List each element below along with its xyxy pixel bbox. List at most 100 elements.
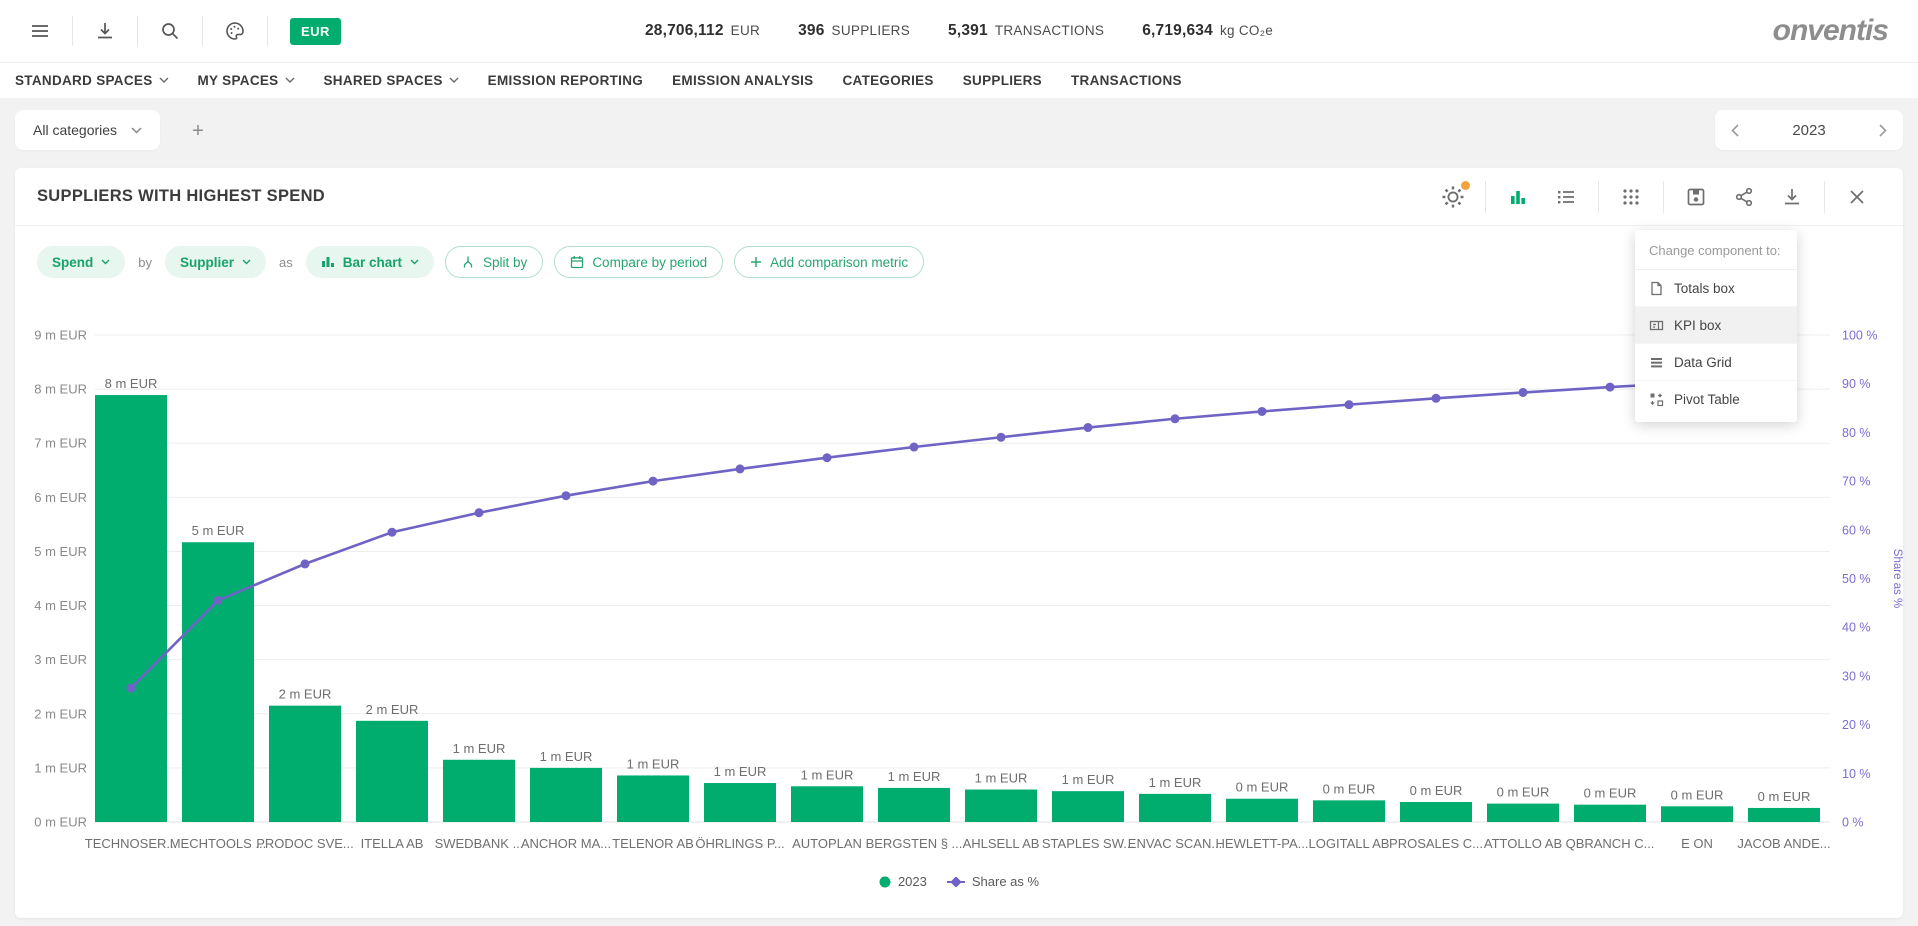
nav-item-suppliers[interactable]: SUPPLIERS [963, 73, 1042, 88]
bar-itella-ab[interactable] [356, 721, 428, 822]
y-axis-tick: 6 m EUR [34, 490, 87, 505]
dropdown-item-kpi-box[interactable]: KPI box [1635, 307, 1797, 344]
share-line-point [301, 559, 310, 568]
share-line-point [649, 477, 658, 486]
palette-icon[interactable] [213, 9, 257, 53]
category-tab[interactable]: All categories [15, 110, 160, 150]
x-axis-label: JACOB ANDE... [1737, 836, 1830, 851]
next-year-icon[interactable] [1879, 124, 1887, 137]
add-tab-button[interactable]: + [185, 118, 211, 144]
right-axis-tick: 80 % [1842, 426, 1871, 440]
dropdown-item-data-grid[interactable]: Data Grid [1635, 344, 1797, 381]
x-axis-label: ÖHRLINGS P... [695, 836, 784, 851]
bar-attollo-ab[interactable] [1487, 804, 1559, 822]
legend-circle-marker [879, 876, 891, 888]
bar-telenor-ab[interactable] [617, 775, 689, 822]
bar-e-on[interactable] [1661, 806, 1733, 822]
bar-hewlett-pa-[interactable] [1226, 799, 1298, 822]
bar-value-label: 2 m EUR [366, 702, 419, 717]
x-axis-label: BERGSTEN § ... [866, 836, 963, 851]
pivot-table-icon [1649, 392, 1664, 407]
bar-technoser-[interactable] [95, 395, 167, 822]
y-axis-tick: 9 m EUR [34, 328, 87, 343]
bar-bergsten-[interactable] [878, 788, 950, 822]
add-comparison-metric-chip[interactable]: Add comparison metric [734, 246, 924, 278]
nav-item-my-spaces[interactable]: MY SPACES [198, 73, 295, 88]
right-axis-tick: 70 % [1842, 475, 1871, 489]
stat-label: kg CO₂e [1220, 23, 1273, 38]
divider [1485, 181, 1486, 213]
share-line-point [997, 433, 1006, 442]
share-line-point [1171, 414, 1180, 423]
divider [1598, 181, 1599, 213]
close-icon[interactable] [1844, 184, 1870, 210]
previous-year-icon[interactable] [1731, 124, 1739, 137]
bar-autoplan[interactable] [791, 786, 863, 822]
grid-dots-icon[interactable] [1618, 184, 1644, 210]
x-axis-label: E ON [1681, 836, 1713, 851]
data-grid-icon [1649, 355, 1664, 370]
legend-diamond-marker [947, 877, 965, 887]
bar-value-label: 1 m EUR [975, 771, 1028, 786]
search-icon[interactable] [148, 9, 192, 53]
metric-chip[interactable]: Spend [37, 246, 125, 278]
download-chart-icon[interactable] [1779, 184, 1805, 210]
bar-staples-sw-[interactable] [1052, 791, 1124, 822]
stat-transactions: 5,391 TRANSACTIONS [948, 22, 1104, 40]
x-axis-label: AUTOPLAN [792, 836, 862, 851]
bar-value-label: 5 m EUR [192, 523, 245, 538]
nav-item-transactions[interactable]: TRANSACTIONS [1071, 73, 1182, 88]
legend-item-2023[interactable]: 2023 [879, 874, 927, 889]
bar--hrlings-p-[interactable] [704, 783, 776, 822]
bar-anchor-ma-[interactable] [530, 768, 602, 822]
dropdown-item-totals-box[interactable]: Totals box [1635, 270, 1797, 307]
nav-item-emission-analysis[interactable]: EMISSION ANALYSIS [672, 73, 813, 88]
split-icon [461, 255, 475, 269]
dropdown-item-pivot-table[interactable]: Pivot Table [1635, 381, 1797, 418]
bar-swedbank-[interactable] [443, 760, 515, 822]
stat-label: EUR [731, 23, 760, 38]
currency-badge[interactable]: EUR [290, 18, 341, 45]
save-icon[interactable] [1683, 184, 1709, 210]
bar-jacob-ande-[interactable] [1748, 808, 1820, 822]
dimension-chip[interactable]: Supplier [165, 246, 266, 278]
bar-prodoc-sve-[interactable] [269, 706, 341, 822]
legend-item-share-as-[interactable]: Share as % [947, 874, 1039, 889]
bar-chart-view-icon[interactable] [1505, 184, 1531, 210]
nav-item-standard-spaces[interactable]: STANDARD SPACES [15, 73, 169, 88]
chart-legend: 2023 Share as % [15, 874, 1903, 889]
right-axis-tick: 20 % [1842, 718, 1871, 732]
bar-chart-mini-icon [321, 255, 335, 269]
share-line-point [475, 508, 484, 517]
bar-logitall-ab[interactable] [1313, 800, 1385, 822]
onventis-logo: onventis [1773, 14, 1918, 48]
download-icon[interactable] [83, 9, 127, 53]
nav-item-categories[interactable]: CATEGORIES [842, 73, 933, 88]
bar-qbranch-c-[interactable] [1574, 805, 1646, 822]
bar-prosales-c-[interactable] [1400, 802, 1472, 822]
nav-item-label: SHARED SPACES [324, 73, 443, 88]
divider [137, 16, 138, 46]
share-icon[interactable] [1731, 184, 1757, 210]
kpi-box-icon [1649, 318, 1664, 333]
compare-by-period-chip[interactable]: Compare by period [554, 246, 723, 278]
split-by-chip[interactable]: Split by [445, 246, 543, 278]
notification-dot [1461, 181, 1470, 190]
nav-item-label: TRANSACTIONS [1071, 73, 1182, 88]
chart-type-chip[interactable]: Bar chart [306, 246, 434, 278]
bar-envac-scan-[interactable] [1139, 794, 1211, 822]
bar-mechtools-[interactable] [182, 542, 254, 822]
menu-icon[interactable] [18, 9, 62, 53]
bar-ahlsell-ab[interactable] [965, 790, 1037, 822]
bar-value-label: 1 m EUR [801, 767, 854, 782]
right-axis-tick: 40 % [1842, 621, 1871, 635]
share-line[interactable] [131, 378, 1784, 688]
nav-item-emission-reporting[interactable]: EMISSION REPORTING [488, 73, 643, 88]
y-axis-tick: 2 m EUR [34, 706, 87, 721]
totals-box-icon [1649, 281, 1664, 296]
share-line-point [823, 453, 832, 462]
nav-item-shared-spaces[interactable]: SHARED SPACES [324, 73, 459, 88]
x-axis-label: AHLSELL AB [963, 836, 1040, 851]
settings-gear-icon[interactable] [1440, 184, 1466, 210]
list-view-icon[interactable] [1553, 184, 1579, 210]
